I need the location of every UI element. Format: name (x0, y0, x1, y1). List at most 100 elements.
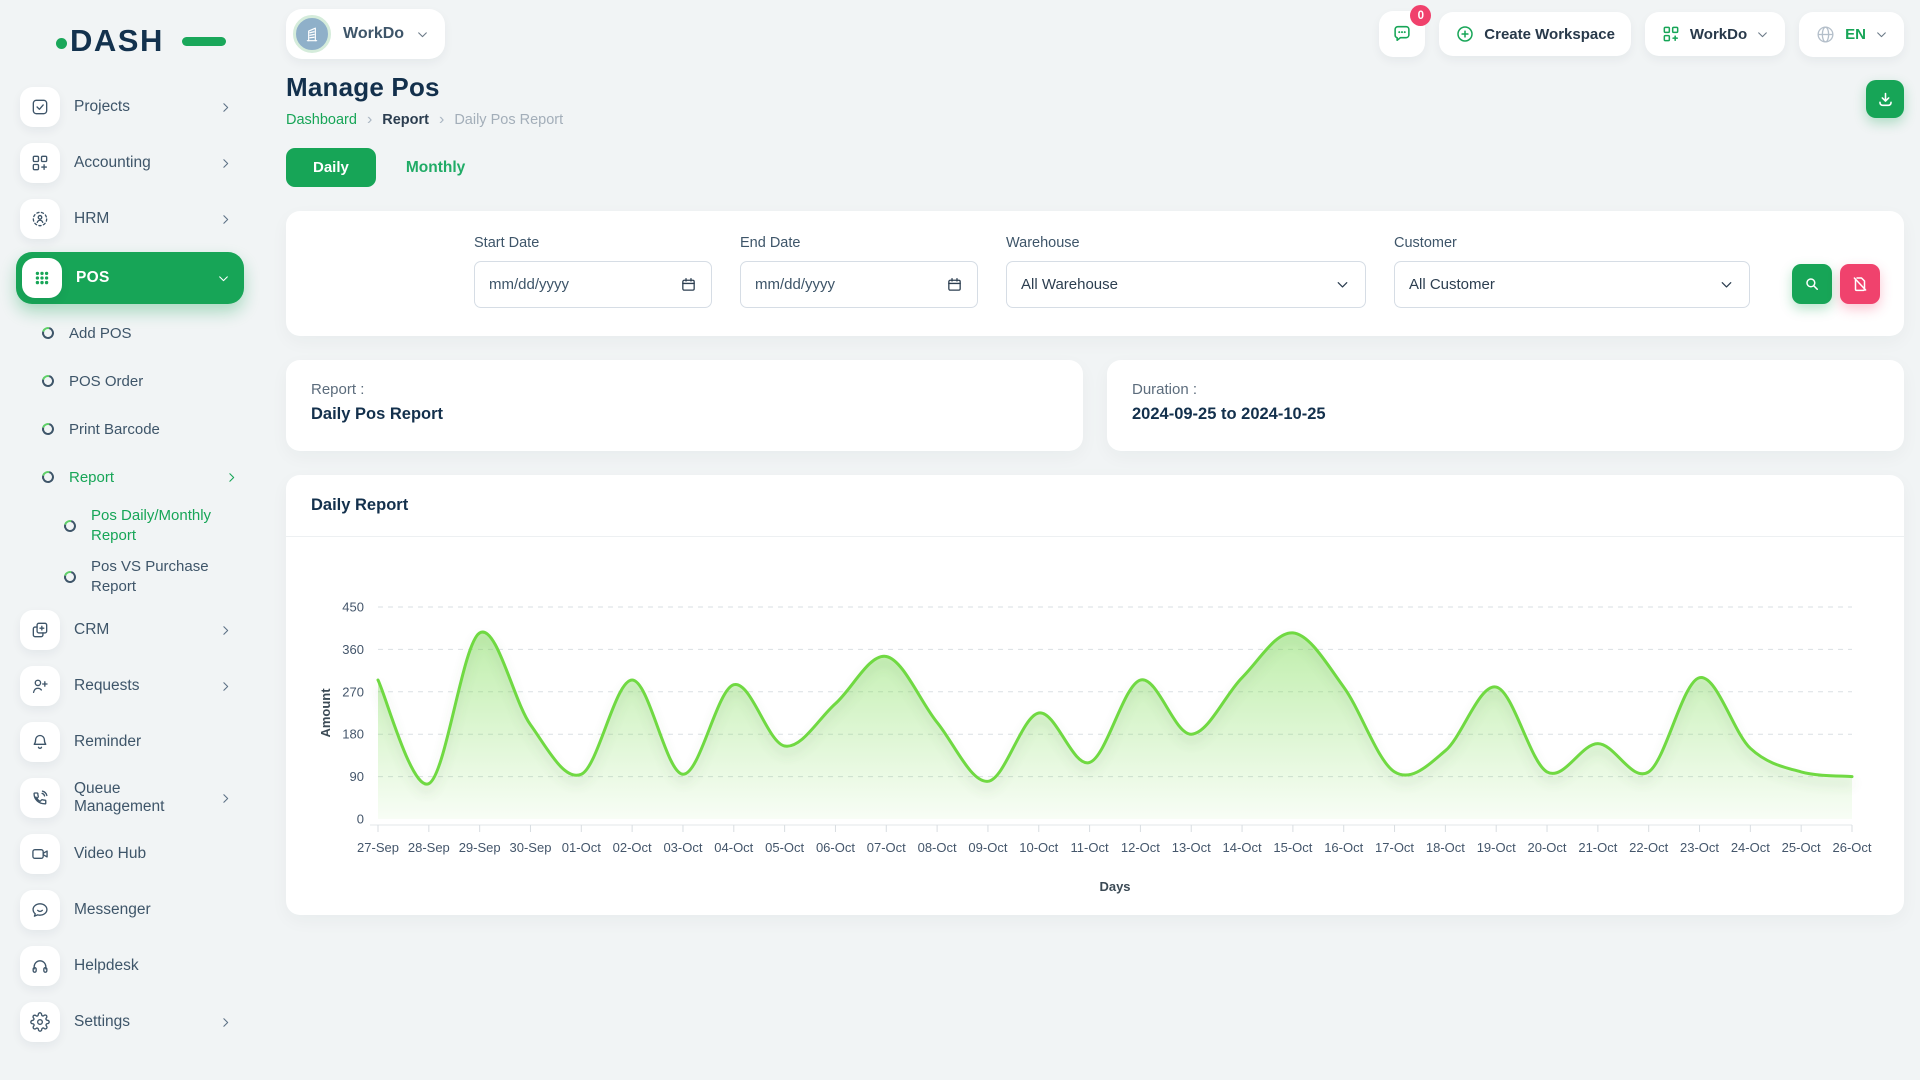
sidebar-item-pos[interactable]: POS (16, 252, 244, 304)
svg-text:08-Oct: 08-Oct (918, 840, 957, 855)
sidebar-item-label: Messenger (74, 901, 151, 919)
chevron-right-icon (219, 101, 232, 114)
tab-daily[interactable]: Daily (286, 148, 376, 187)
chevron-right-icon (219, 213, 232, 226)
end-date-field: End Date mm/dd/yyyy (740, 235, 978, 308)
pos-icon (22, 258, 62, 298)
svg-text:10-Oct: 10-Oct (1019, 840, 1058, 855)
sidebar-item-report[interactable]: Report (42, 458, 244, 496)
tab-monthly[interactable]: Monthly (406, 159, 465, 177)
end-date-label: End Date (740, 235, 978, 251)
sidebar-item-video-hub[interactable]: Video Hub (16, 831, 244, 877)
sidebar-item-hrm[interactable]: HRM (16, 196, 244, 242)
sidebar-item-requests[interactable]: Requests (16, 663, 244, 709)
chevron-down-icon (416, 28, 429, 41)
sidebar-item-pos-order[interactable]: POS Order (42, 362, 244, 400)
breadcrumb-report[interactable]: Report (382, 112, 429, 128)
chevron-right-icon (219, 157, 232, 170)
messages-button[interactable]: 0 (1379, 11, 1425, 57)
svg-text:270: 270 (342, 684, 364, 699)
sidebar-item-accounting[interactable]: Accounting (16, 140, 244, 186)
svg-text:14-Oct: 14-Oct (1223, 840, 1262, 855)
chevron-right-icon (219, 1016, 232, 1029)
svg-text:29-Sep: 29-Sep (459, 840, 501, 855)
sidebar-item-messenger[interactable]: Messenger (16, 887, 244, 933)
sidebar-item-label: Settings (74, 1013, 130, 1031)
workspace-selector[interactable]: WorkDo (286, 9, 445, 59)
svg-text:18-Oct: 18-Oct (1426, 840, 1465, 855)
download-button[interactable] (1866, 80, 1904, 118)
sidebar-item-projects[interactable]: Projects (16, 84, 244, 130)
sidebar-item-label: HRM (74, 210, 109, 228)
user-menu-label: WorkDo (1690, 26, 1747, 43)
chat-bubble-icon (20, 890, 60, 930)
svg-text:19-Oct: 19-Oct (1477, 840, 1516, 855)
warehouse-select[interactable]: All Warehouse (1006, 261, 1366, 308)
chevron-right-icon (219, 624, 232, 637)
chevron-down-icon (1334, 276, 1351, 293)
user-plus-icon (20, 666, 60, 706)
sidebar-item-add-pos[interactable]: Add POS (42, 314, 244, 352)
breadcrumb: Dashboard › Report › Daily Pos Report (286, 112, 563, 128)
start-date-input[interactable]: mm/dd/yyyy (474, 261, 712, 308)
start-date-label: Start Date (474, 235, 712, 251)
breadcrumb-dashboard[interactable]: Dashboard (286, 112, 357, 128)
svg-text:22-Oct: 22-Oct (1629, 840, 1668, 855)
breadcrumb-current: Daily Pos Report (454, 112, 563, 128)
svg-text:27-Sep: 27-Sep (357, 840, 399, 855)
breadcrumb-separator: › (439, 112, 444, 128)
sidebar-item-pos-vs-purchase-report[interactable]: Pos VS Purchase Report (64, 557, 244, 598)
user-menu-button[interactable]: WorkDo (1645, 12, 1785, 56)
messages-badge: 0 (1410, 5, 1431, 26)
workspace-avatar (293, 15, 331, 53)
file-off-icon (1851, 275, 1869, 293)
sidebar-item-pos-daily-monthly-report[interactable]: Pos Daily/Monthly Report (64, 506, 244, 547)
svg-text:13-Oct: 13-Oct (1172, 840, 1211, 855)
svg-text:17-Oct: 17-Oct (1375, 840, 1414, 855)
create-workspace-button[interactable]: Create Workspace (1439, 12, 1631, 56)
filter-panel: Start Date mm/dd/yyyy End Date mm/dd/yyy… (286, 211, 1904, 336)
bullet-icon (40, 421, 56, 437)
sidebar-item-queue-management[interactable]: Queue Management (16, 775, 244, 821)
sidebar-item-label: Print Barcode (69, 421, 160, 438)
video-camera-icon (20, 834, 60, 874)
workspace-name: WorkDo (343, 25, 404, 43)
app-logo[interactable]: DASH (56, 20, 206, 62)
sidebar-item-helpdesk[interactable]: Helpdesk (16, 943, 244, 989)
chevron-down-icon (1875, 28, 1888, 41)
sidebar-item-print-barcode[interactable]: Print Barcode (42, 410, 244, 448)
search-button[interactable] (1792, 264, 1832, 304)
sidebar-item-label: Report (69, 469, 114, 486)
page-title: Manage Pos (286, 72, 563, 103)
language-code: EN (1845, 26, 1866, 43)
sidebar-item-settings[interactable]: Settings (16, 999, 244, 1045)
sidebar-item-crm[interactable]: CRM (16, 607, 244, 653)
svg-text:15-Oct: 15-Oct (1273, 840, 1312, 855)
report-label: Report : (311, 381, 1058, 398)
headphones-icon (20, 946, 60, 986)
customer-field: Customer All Customer (1394, 235, 1750, 308)
svg-text:450: 450 (342, 600, 364, 615)
duration-value: 2024-09-25 to 2024-10-25 (1132, 405, 1879, 424)
sidebar-item-label: Helpdesk (74, 957, 139, 975)
bullet-icon (40, 325, 56, 341)
sidebar-item-reminder[interactable]: Reminder (16, 719, 244, 765)
calendar-icon (946, 276, 963, 293)
end-date-input[interactable]: mm/dd/yyyy (740, 261, 978, 308)
main-content: Manage Pos Dashboard › Report › Daily Po… (260, 66, 1920, 915)
filter-actions (1792, 264, 1880, 308)
download-icon (1876, 90, 1895, 109)
chat-bubble-icon (1391, 23, 1413, 45)
reset-filter-button[interactable] (1840, 264, 1880, 304)
report-value: Daily Pos Report (311, 405, 1058, 424)
sidebar-item-label: POS (76, 269, 110, 287)
chevron-down-icon (217, 272, 230, 285)
svg-text:23-Oct: 23-Oct (1680, 840, 1719, 855)
calendar-icon (680, 276, 697, 293)
svg-text:30-Sep: 30-Sep (510, 840, 552, 855)
sidebar-item-label: Requests (74, 677, 139, 695)
customer-select[interactable]: All Customer (1394, 261, 1750, 308)
language-selector[interactable]: EN (1799, 12, 1904, 57)
phone-call-icon (20, 778, 60, 818)
svg-text:90: 90 (350, 769, 364, 784)
